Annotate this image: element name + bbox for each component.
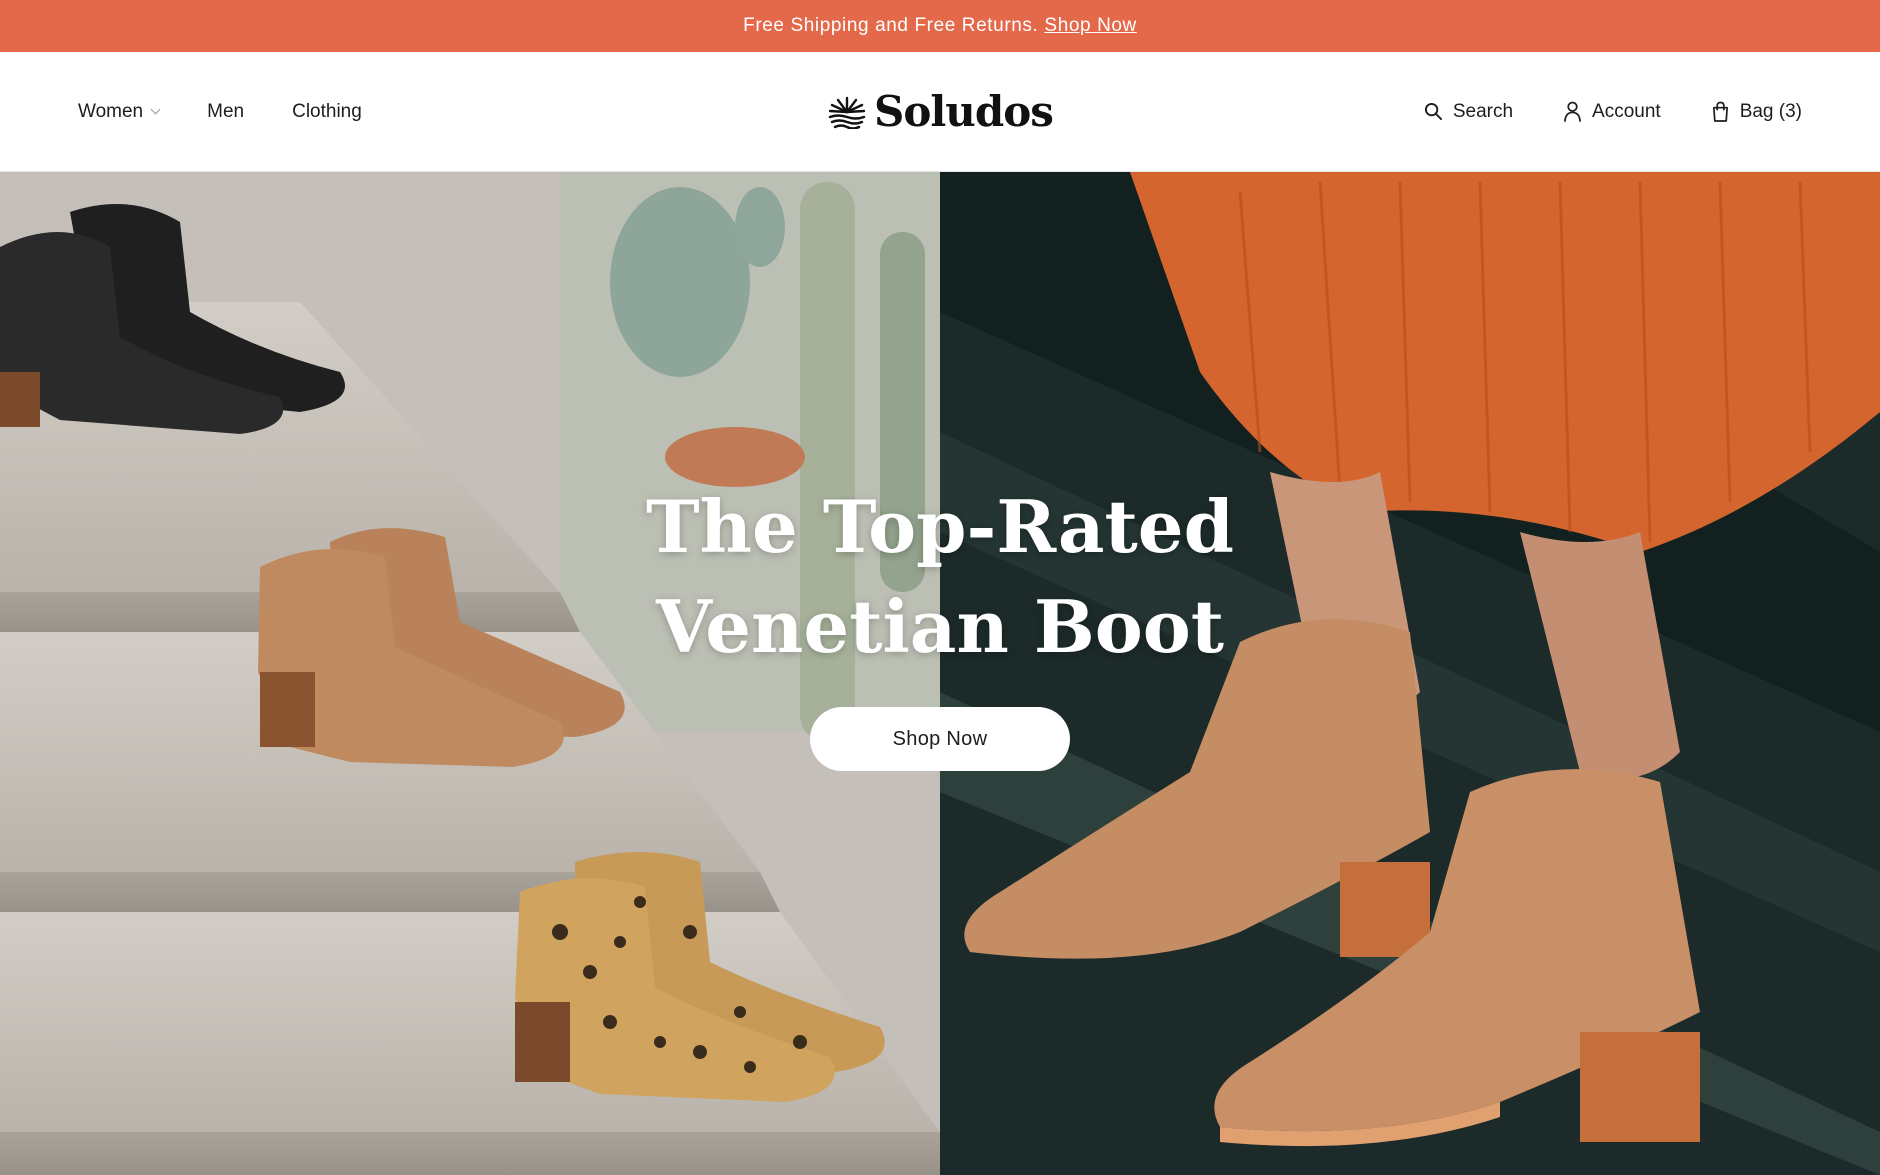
chevron-down-icon	[150, 104, 161, 115]
nav-item-men[interactable]: Men	[207, 101, 244, 123]
hero-banner: The Top-Rated Venetian Boot Shop Now	[0, 172, 1880, 1175]
hero-shop-now-button[interactable]: Shop Now	[810, 707, 1070, 771]
announcement-shop-now-link[interactable]: Shop Now	[1044, 15, 1136, 37]
utility-nav: Search Account Bag (3)	[1424, 52, 1802, 171]
nav-item-clothing[interactable]: Clothing	[292, 101, 362, 123]
primary-nav: Women Men Clothing	[78, 52, 362, 171]
account-button[interactable]: Account	[1563, 101, 1661, 123]
nav-item-label: Women	[78, 100, 144, 122]
user-icon	[1564, 101, 1581, 122]
hero-title-line-2: Venetian Boot	[655, 584, 1225, 669]
nav-item-label: Men	[207, 100, 245, 122]
nav-item-women[interactable]: Women	[78, 100, 161, 123]
search-label: Search	[1452, 100, 1514, 122]
bag-button[interactable]: Bag (3)	[1711, 101, 1802, 123]
bag-label: Bag (3)	[1739, 100, 1802, 122]
shopping-bag-icon	[1712, 101, 1728, 122]
announcement-bar: Free Shipping and Free Returns. Shop Now	[0, 0, 1880, 52]
brand-name: Soludos	[874, 87, 1054, 136]
sun-logo-icon	[828, 96, 866, 129]
site-header: Women Men Clothing Soludos Search Accoun…	[0, 52, 1880, 172]
brand-logo[interactable]: Soludos	[828, 52, 1054, 171]
nav-item-label: Clothing	[292, 100, 362, 122]
account-label: Account	[1592, 100, 1661, 122]
search-button[interactable]: Search	[1424, 101, 1513, 123]
hero-title: The Top-Rated Venetian Boot	[540, 477, 1340, 677]
hero-title-line-1: The Top-Rated	[646, 484, 1234, 569]
announcement-text: Free Shipping and Free Returns.	[743, 15, 1039, 36]
search-icon	[1424, 102, 1442, 121]
